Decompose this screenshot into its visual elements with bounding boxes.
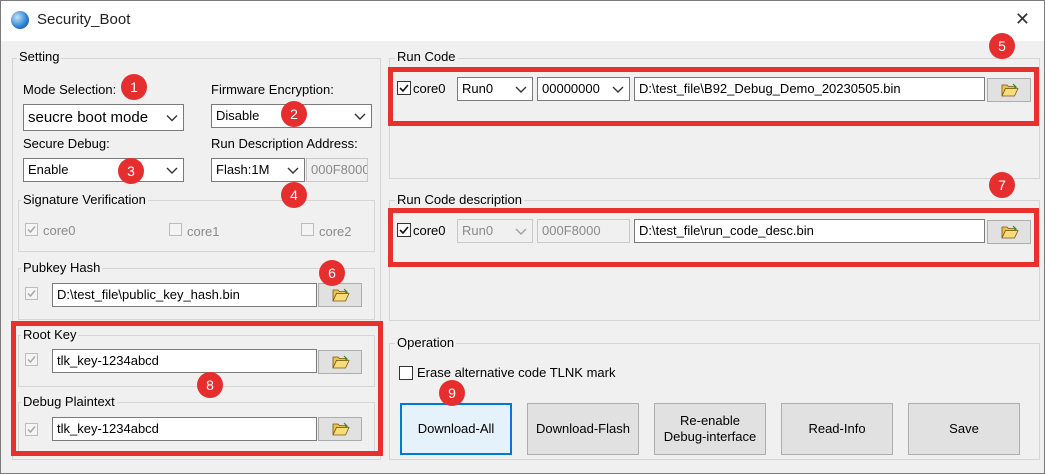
chevron-down-icon [166, 115, 178, 122]
signature-core2-checkbox[interactable] [301, 223, 314, 236]
signature-core1-label: core1 [187, 224, 220, 239]
save-button[interactable]: Save [908, 403, 1020, 455]
pubkey-checkbox[interactable] [25, 287, 38, 300]
setting-group-title: Setting [17, 49, 62, 64]
mode-selection-label: Mode Selection: [23, 82, 117, 97]
pubkey-group-title: Pubkey Hash [21, 260, 103, 275]
annotation-box-run-code [388, 67, 1039, 126]
security-boot-window: Security_Boot ✕ Setting Mode Selection: … [0, 0, 1045, 474]
download-all-label: Download-All [417, 421, 495, 436]
erase-tlnk-checkbox[interactable] [399, 366, 413, 380]
folder-open-icon [332, 288, 350, 302]
reenable-line1: Re-enable [680, 413, 740, 428]
signature-core0-label: core0 [43, 223, 76, 238]
close-icon[interactable]: ✕ [1015, 9, 1030, 29]
secure-debug-value: Enable [28, 162, 69, 177]
signature-core2-label: core2 [319, 224, 352, 239]
check-icon [27, 226, 36, 234]
badge-5: 5 [989, 33, 1015, 59]
badge-6: 6 [319, 260, 345, 286]
firmware-encryption-value: Disable [216, 108, 260, 123]
download-all-button[interactable]: Download-All [400, 403, 512, 455]
operation-group-title: Operation [395, 335, 457, 350]
run-code-desc-group-title: Run Code description [395, 192, 525, 207]
mode-selection-combo[interactable]: seucre boot mode [23, 104, 184, 131]
badge-4: 4 [281, 182, 307, 208]
annotation-box-run-code-desc [388, 208, 1039, 267]
run-desc-address-value: Flash:1M [216, 162, 270, 177]
signature-core0-checkbox[interactable] [25, 223, 38, 236]
reenable-line2: Debug-interface [663, 429, 757, 444]
chevron-down-icon [354, 113, 366, 120]
signature-core1-checkbox[interactable] [169, 223, 182, 236]
pubkey-path-field[interactable]: D:\test_file\public_key_hash.bin [52, 283, 317, 307]
firmware-encryption-label: Firmware Encryption: [211, 82, 334, 97]
mode-selection-value: seucre boot mode [28, 109, 149, 126]
secure-debug-combo[interactable]: Enable [23, 158, 184, 182]
chevron-down-icon [287, 167, 299, 174]
badge-1: 1 [121, 74, 147, 100]
badge-7: 7 [989, 172, 1015, 198]
download-flash-button[interactable]: Download-Flash [527, 403, 639, 455]
badge-8: 8 [197, 372, 223, 398]
signature-group-title: Signature Verification [21, 192, 148, 207]
badge-3: 3 [118, 158, 144, 184]
pubkey-browse-button[interactable] [318, 283, 362, 307]
read-info-label: Read-Info [808, 421, 866, 436]
reenable-debug-interface-button[interactable]: Re-enable Debug-interface [654, 403, 766, 455]
run-desc-address-hex: 000F8000 [306, 158, 368, 182]
run-desc-address-combo[interactable]: Flash:1M [211, 158, 305, 182]
check-icon [27, 290, 36, 298]
run-code-group-title: Run Code [395, 49, 458, 64]
save-label: Save [949, 421, 979, 436]
title-bar: Security_Boot ✕ [1, 1, 1044, 41]
globe-icon [11, 11, 29, 29]
run-desc-address-label: Run Description Address: [211, 136, 358, 151]
badge-9: 9 [439, 380, 465, 406]
window-title: Security_Boot [37, 11, 131, 28]
download-flash-label: Download-Flash [536, 421, 630, 436]
badge-2: 2 [281, 101, 307, 127]
secure-debug-label: Secure Debug: [23, 136, 110, 151]
chevron-down-icon [166, 167, 178, 174]
erase-tlnk-label: Erase alternative code TLNK mark [417, 365, 616, 380]
reenable-debug-label: Re-enable Debug-interface [664, 413, 757, 445]
read-info-button[interactable]: Read-Info [781, 403, 893, 455]
